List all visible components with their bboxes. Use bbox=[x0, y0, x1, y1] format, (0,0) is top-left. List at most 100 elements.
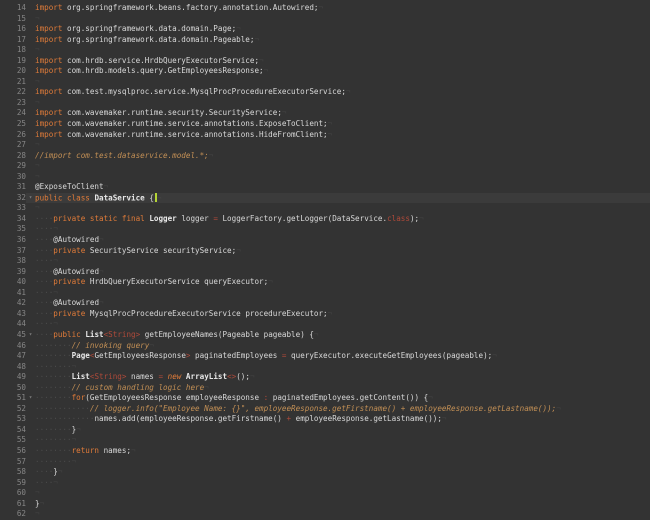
eol-marker: ¬ bbox=[99, 267, 104, 276]
code-line[interactable]: 18¬ bbox=[0, 45, 650, 56]
eol-marker: ¬ bbox=[35, 203, 40, 212]
fold-gutter bbox=[26, 435, 35, 446]
code-line[interactable]: 62¬ bbox=[0, 509, 650, 520]
code-line[interactable]: 50 ········// custom handling logic here¬ bbox=[0, 383, 650, 394]
line-number: 41 bbox=[0, 288, 26, 299]
code-line[interactable]: 32▾public class DataService {¬ bbox=[0, 193, 650, 204]
code-line[interactable]: 15¬ bbox=[0, 14, 650, 25]
code-line[interactable]: 43····private MysqlProcProcedureExecutor… bbox=[0, 309, 650, 320]
code-token: // invoking query bbox=[72, 341, 150, 350]
code-line[interactable]: 21¬ bbox=[0, 77, 650, 88]
code-text: ········return names;¬ bbox=[35, 446, 650, 457]
code-line[interactable]: 42····@Autowired¬ bbox=[0, 298, 650, 309]
code-line[interactable]: 34····private static final Logger logger… bbox=[0, 214, 650, 225]
code-token: @Autowired bbox=[53, 298, 99, 307]
code-line[interactable]: 49········List<String> names = new Array… bbox=[0, 372, 650, 383]
code-line[interactable]: 14import org.springframework.beans.facto… bbox=[0, 3, 650, 14]
code-text: import com.wavemaker.runtime.service.ann… bbox=[35, 119, 650, 130]
code-text: import com.hrdb.models.query.GetEmployee… bbox=[35, 66, 650, 77]
fold-arrow-icon[interactable]: ▾ bbox=[26, 330, 35, 341]
code-text: ····private SecurityService securityServ… bbox=[35, 246, 650, 257]
code-text: ········¬ bbox=[35, 362, 650, 373]
code-line[interactable]: 45▾····public List<String> getEmployeeNa… bbox=[0, 330, 650, 341]
code-line[interactable]: 39····@Autowired¬ bbox=[0, 267, 650, 278]
line-number: 26 bbox=[0, 130, 26, 141]
code-token: import bbox=[35, 108, 62, 117]
eol-marker: ¬ bbox=[76, 425, 81, 434]
code-token: import bbox=[35, 130, 62, 139]
code-line[interactable]: 20import com.hrdb.models.query.GetEmploy… bbox=[0, 66, 650, 77]
code-line[interactable]: 17import org.springframework.data.domain… bbox=[0, 35, 650, 46]
code-line[interactable]: 44····¬ bbox=[0, 319, 650, 330]
fold-gutter bbox=[26, 372, 35, 383]
code-line[interactable]: 19import com.hrdb.service.HrdbQueryExecu… bbox=[0, 56, 650, 67]
code-text: ¬ bbox=[35, 77, 650, 88]
code-line[interactable]: 61}¬ bbox=[0, 499, 650, 510]
code-line[interactable]: 54········}¬ bbox=[0, 425, 650, 436]
code-line[interactable]: 46········// invoking query¬ bbox=[0, 341, 650, 352]
fold-arrow-icon[interactable]: ▾ bbox=[26, 393, 35, 404]
code-line[interactable]: 16import org.springframework.data.domain… bbox=[0, 24, 650, 35]
code-line[interactable]: 26import com.wavemaker.runtime.service.a… bbox=[0, 130, 650, 141]
code-line[interactable]: 36····@Autowired¬ bbox=[0, 235, 650, 246]
whitespace-dots: ········ bbox=[35, 383, 72, 392]
code-line[interactable]: 30¬ bbox=[0, 172, 650, 183]
eol-marker: ¬ bbox=[40, 499, 45, 508]
code-token: // logger.info("Employee Name: {}", empl… bbox=[90, 404, 556, 413]
eol-marker: ¬ bbox=[53, 319, 58, 328]
code-editor[interactable]: 14import org.springframework.beans.facto… bbox=[0, 0, 650, 520]
line-number: 42 bbox=[0, 298, 26, 309]
code-token: logger bbox=[177, 214, 214, 223]
code-line[interactable]: 35····¬ bbox=[0, 224, 650, 235]
code-line[interactable]: 58····}¬ bbox=[0, 467, 650, 478]
code-line[interactable]: 37····private SecurityService securitySe… bbox=[0, 246, 650, 257]
fold-arrow-icon[interactable]: ▾ bbox=[26, 193, 35, 204]
code-line[interactable]: 56········return names;¬ bbox=[0, 446, 650, 457]
code-token: com.hrdb.service.HrdbQueryExecutorServic… bbox=[62, 56, 259, 65]
code-line[interactable]: 33¬ bbox=[0, 203, 650, 214]
code-line[interactable]: 38····¬ bbox=[0, 256, 650, 267]
code-text: import com.wavemaker.runtime.security.Se… bbox=[35, 108, 650, 119]
line-number: 15 bbox=[0, 14, 26, 25]
code-text: }¬ bbox=[35, 499, 650, 510]
code-text: ········// custom handling logic here¬ bbox=[35, 383, 650, 394]
code-line[interactable]: 23¬ bbox=[0, 98, 650, 109]
code-line[interactable]: 55········¬ bbox=[0, 435, 650, 446]
code-line[interactable]: 29¬ bbox=[0, 161, 650, 172]
line-number: 23 bbox=[0, 98, 26, 109]
code-line[interactable]: 57········¬ bbox=[0, 457, 650, 468]
code-line[interactable]: 47········Page<GetEmployeesResponse> pag… bbox=[0, 351, 650, 362]
fold-gutter bbox=[26, 478, 35, 489]
code-line[interactable]: 31@ExposeToClient¬ bbox=[0, 182, 650, 193]
code-line[interactable]: 28//import com.test.dataservice.model.*;… bbox=[0, 151, 650, 162]
eol-marker: ¬ bbox=[149, 341, 154, 350]
code-token: for bbox=[72, 393, 86, 402]
code-line[interactable]: 41····¬ bbox=[0, 288, 650, 299]
code-line[interactable]: 51▾········for(GetEmployeesResponse empl… bbox=[0, 393, 650, 404]
code-line[interactable]: 59····¬ bbox=[0, 478, 650, 489]
line-number: 50 bbox=[0, 383, 26, 394]
code-token: { bbox=[145, 193, 154, 202]
code-line[interactable]: 24import com.wavemaker.runtime.security.… bbox=[0, 108, 650, 119]
eol-marker: ¬ bbox=[104, 182, 109, 191]
fold-gutter bbox=[26, 151, 35, 162]
code-line[interactable]: 27¬ bbox=[0, 140, 650, 151]
code-line[interactable]: 60¬ bbox=[0, 488, 650, 499]
eol-marker: ¬ bbox=[209, 151, 214, 160]
line-number: 44 bbox=[0, 319, 26, 330]
code-line[interactable]: 52············// logger.info("Employee N… bbox=[0, 404, 650, 415]
code-token: <String> bbox=[90, 372, 127, 381]
code-line[interactable]: 25import com.wavemaker.runtime.service.a… bbox=[0, 119, 650, 130]
code-line[interactable]: 22import com.test.mysqlproc.service.Mysq… bbox=[0, 87, 650, 98]
code-line[interactable]: 40····private HrdbQueryExecutorService q… bbox=[0, 277, 650, 288]
code-line[interactable]: 53·············names.add(employeeRespons… bbox=[0, 414, 650, 425]
eol-marker: ¬ bbox=[442, 414, 447, 423]
code-line[interactable]: 48········¬ bbox=[0, 362, 650, 373]
code-text: ····public List<String> getEmployeeNames… bbox=[35, 330, 650, 341]
whitespace-dots: ···· bbox=[35, 256, 53, 265]
code-token: class bbox=[387, 214, 410, 223]
eol-marker: ¬ bbox=[35, 77, 40, 86]
fold-gutter bbox=[26, 446, 35, 457]
code-text: ¬ bbox=[35, 45, 650, 56]
code-text: @ExposeToClient¬ bbox=[35, 182, 650, 193]
